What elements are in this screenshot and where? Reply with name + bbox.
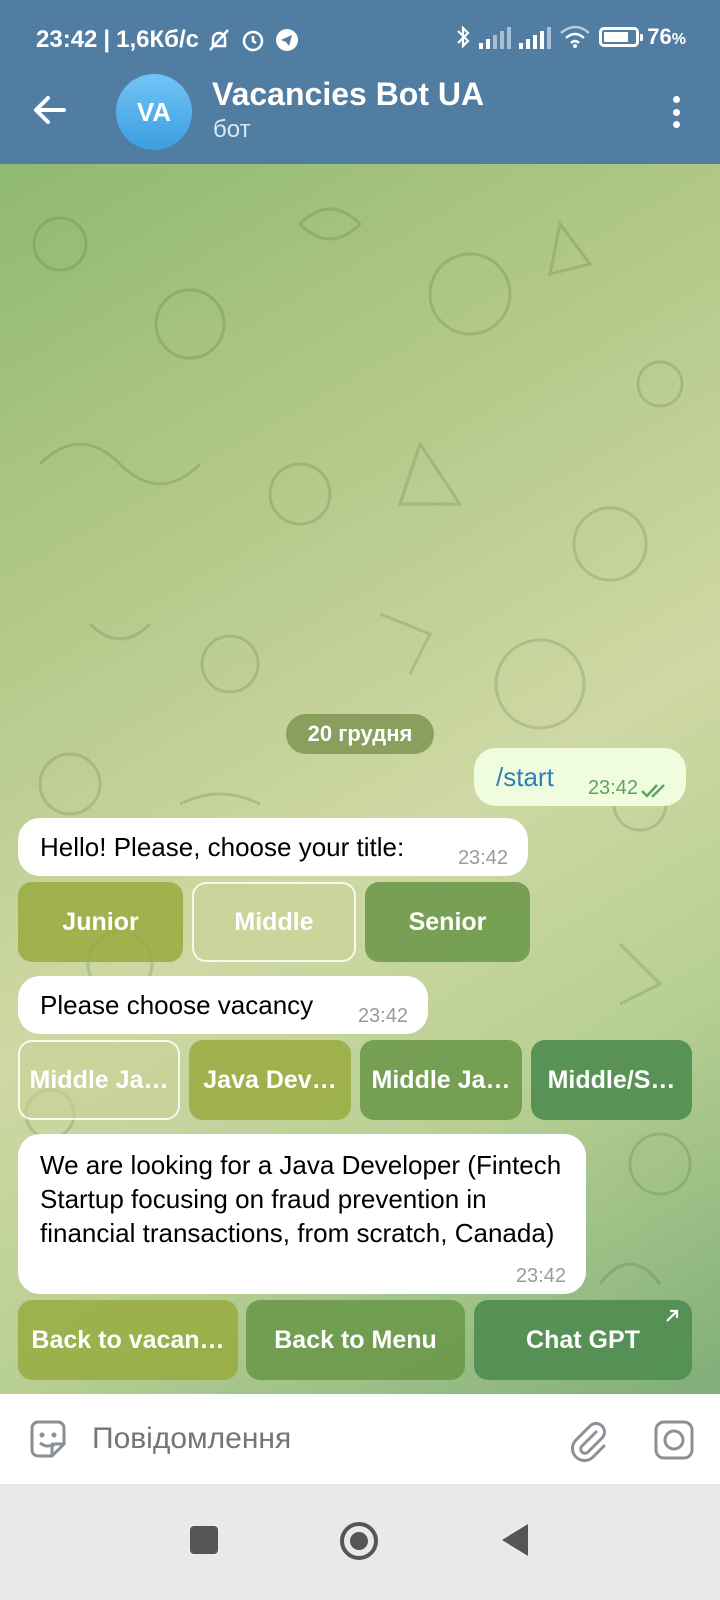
status-left: 23:42 | 1,6Кб/с xyxy=(36,26,301,54)
message-time: 23:42 xyxy=(457,847,508,869)
battery-icon xyxy=(599,27,644,47)
message-input-bar xyxy=(0,1394,720,1484)
chat-header: 23:42 | 1,6Кб/с 76% VA Vacancies Bot UA … xyxy=(0,0,720,164)
chat-area[interactable]: 20 грудня /start 23:42 Hello! Please, ch… xyxy=(0,164,720,1394)
incoming-message[interactable]: Hello! Please, choose your title: 23:42 xyxy=(18,818,528,876)
alarm-icon xyxy=(242,30,264,52)
clock: 23:42 xyxy=(36,26,98,53)
inline-button-middle[interactable]: Middle xyxy=(192,882,356,962)
home-icon[interactable] xyxy=(340,1522,378,1560)
back-arrow-icon[interactable] xyxy=(30,90,70,130)
inline-button-vacancy-3[interactable]: Middle Ja… xyxy=(360,1040,522,1120)
incoming-message[interactable]: Please choose vacancy 23:42 xyxy=(18,976,428,1034)
inline-button-back-to-menu[interactable]: Back to Menu xyxy=(246,1300,465,1380)
wifi-icon xyxy=(560,25,591,48)
external-link-arrow-icon xyxy=(666,1309,679,1322)
message-text[interactable]: Please choose vacancy xyxy=(40,988,313,1022)
button-label: Chat GPT xyxy=(526,1325,640,1354)
incoming-message[interactable]: We are looking for a Java Developer (Fin… xyxy=(18,1134,586,1294)
bluetooth-icon xyxy=(457,25,470,49)
cellular-signal-icon xyxy=(519,25,552,49)
message-text[interactable]: /start xyxy=(496,760,554,794)
telegram-icon xyxy=(275,29,298,51)
status-bar: 23:42 | 1,6Кб/с 76% xyxy=(0,0,720,76)
battery-level: 76% xyxy=(647,24,686,49)
camera-icon[interactable] xyxy=(652,1418,696,1462)
message-time: 23:42 xyxy=(515,1265,566,1287)
read-checkmarks-icon xyxy=(641,784,665,798)
status-right: 76% xyxy=(455,24,686,50)
message-time: 23:42 xyxy=(357,1005,408,1027)
outgoing-message[interactable]: /start 23:42 xyxy=(474,748,686,806)
message-text[interactable]: We are looking for a Java Developer (Fin… xyxy=(40,1148,570,1250)
message-input[interactable] xyxy=(92,1414,532,1464)
message-text[interactable]: Hello! Please, choose your title: xyxy=(40,830,404,864)
inline-button-chat-gpt[interactable]: Chat GPT xyxy=(474,1300,692,1380)
more-options-icon[interactable] xyxy=(670,96,682,128)
network-speed: 1,6Кб/с xyxy=(116,26,199,53)
date-separator: 20 грудня xyxy=(286,714,434,754)
chat-subtitle: бот xyxy=(213,116,251,143)
bot-avatar[interactable]: VA xyxy=(116,74,192,150)
back-triangle-icon[interactable] xyxy=(502,1524,528,1556)
inline-button-vacancy-2[interactable]: Java Dev… xyxy=(189,1040,351,1120)
inline-button-junior[interactable]: Junior xyxy=(18,882,183,962)
cellular-signal-4g-icon xyxy=(479,25,512,49)
recent-apps-icon[interactable] xyxy=(190,1526,218,1554)
inline-button-back-to-vacancies[interactable]: Back to vacan… xyxy=(18,1300,238,1380)
emoji-sticker-icon[interactable] xyxy=(26,1418,70,1462)
attach-paperclip-icon[interactable] xyxy=(566,1418,610,1462)
inline-button-senior[interactable]: Senior xyxy=(365,882,530,962)
mute-notifications-icon xyxy=(209,29,229,51)
chat-title[interactable]: Vacancies Bot UA xyxy=(212,76,484,113)
system-navigation-bar xyxy=(0,1484,720,1600)
inline-button-vacancy-1[interactable]: Middle Ja… xyxy=(18,1040,180,1120)
inline-button-vacancy-4[interactable]: Middle/S… xyxy=(531,1040,692,1120)
message-time: 23:42 xyxy=(587,777,638,799)
